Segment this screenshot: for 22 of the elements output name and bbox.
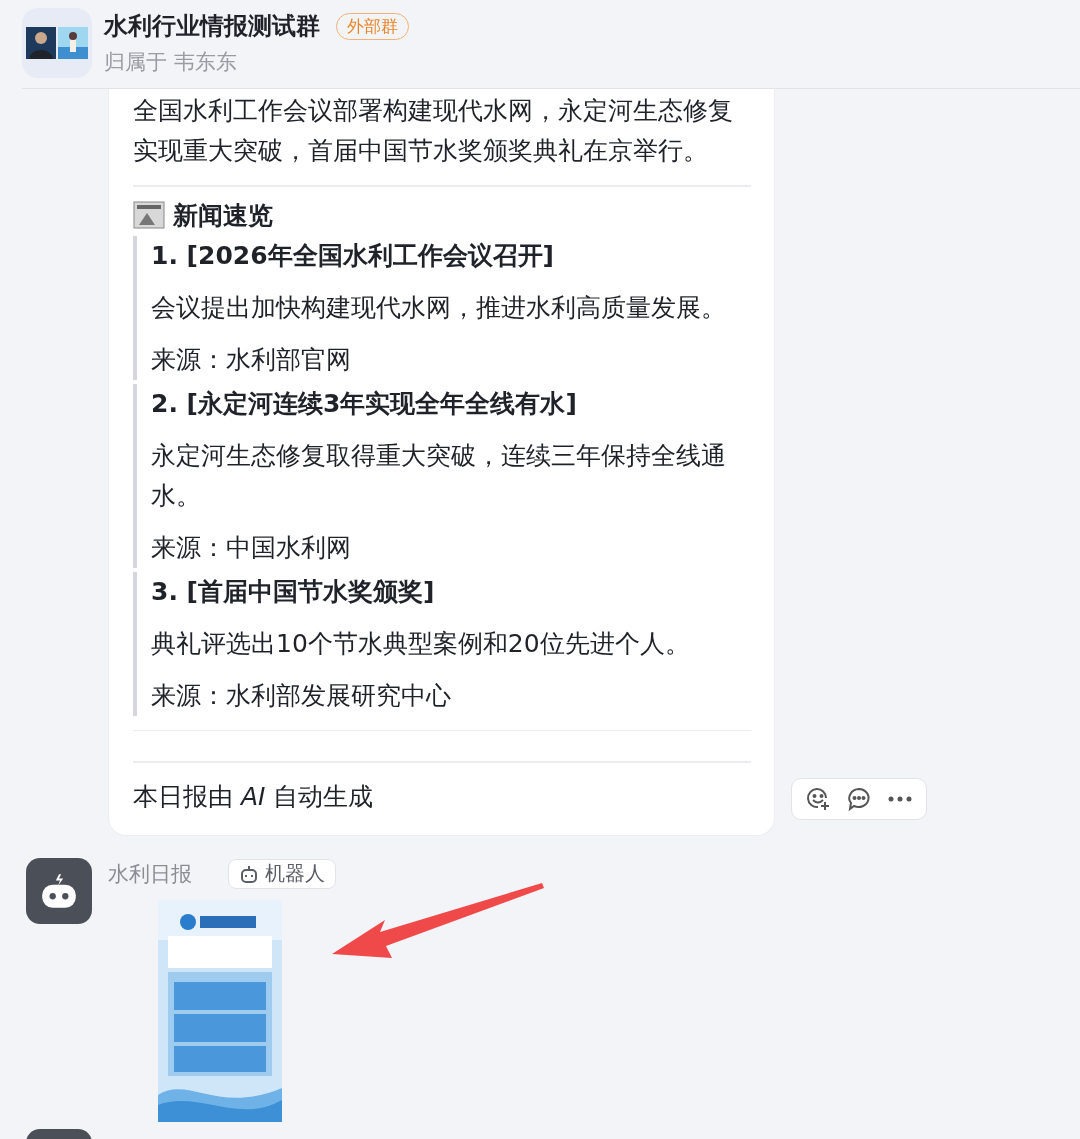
news-title: 3. [首届中国节水奖颁奖]	[151, 575, 436, 608]
more-icon[interactable]	[886, 795, 913, 803]
news-summary: 典礼评选出10个节水典型案例和20位先进个人。	[151, 627, 691, 660]
bot-avatar[interactable]	[26, 857, 92, 924]
news-summary: 会议提出加快构建现代水网，推进水利高质量发展。	[151, 291, 727, 324]
summary-text: 全国水利工作会议部署构建现代水网，永定河生态修复实现重大突破，首届中国节水奖颁奖典礼在京举行。	[133, 95, 734, 167]
news-source: 来源：中国水利网	[151, 531, 352, 564]
news-summary: 永定河生态修复取得重大突破，连续三年保持全线通水。	[151, 439, 727, 512]
footer-note: 本日报由 AI 自动生成	[133, 780, 375, 813]
newspaper-icon	[133, 201, 165, 229]
comment-icon[interactable]	[846, 786, 872, 812]
chat-title: 水利行业情报测试群	[104, 11, 320, 42]
news-source: 来源：水利部发展研究中心	[151, 679, 452, 712]
group-avatar[interactable]	[22, 8, 92, 78]
news-title: 1. [2026年全国水利工作会议召开]	[151, 239, 556, 272]
news-source: 来源：水利部官网	[151, 343, 352, 376]
news-title: 2. [永定河连续3年实现全年全线有水]	[151, 387, 578, 420]
section-heading: 新闻速览	[173, 199, 273, 232]
group-owner: 归属于 韦东东	[104, 49, 238, 76]
bot-badge: 机器人	[228, 858, 336, 889]
add-reaction-icon[interactable]	[805, 786, 832, 812]
sender-name: 水利日报	[108, 860, 192, 888]
